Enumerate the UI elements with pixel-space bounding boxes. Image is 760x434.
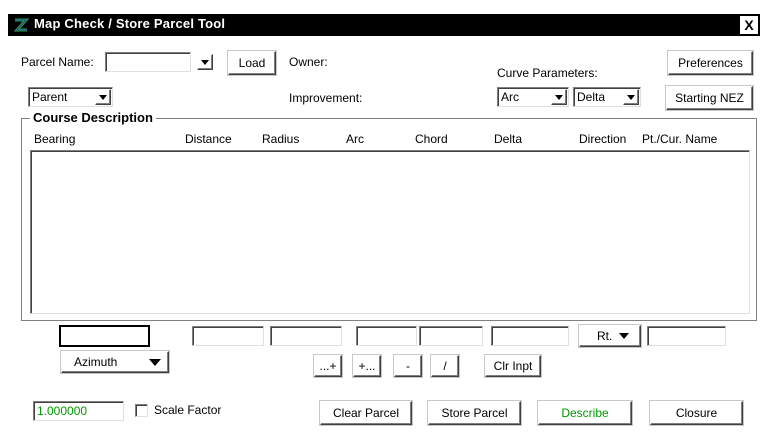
scale-factor-label: Scale Factor xyxy=(154,403,222,417)
app-logo-icon xyxy=(12,16,30,34)
curve-param1-select[interactable]: Arc xyxy=(497,87,569,107)
bearing-mode-value: Azimuth xyxy=(74,355,118,369)
title-bar[interactable]: Map Check / Store Parcel Tool X xyxy=(8,14,760,36)
parcel-name-label: Parcel Name: xyxy=(21,55,94,69)
bearing-input[interactable] xyxy=(59,325,150,347)
clear-parcel-button[interactable]: Clear Parcel xyxy=(320,401,412,425)
arc-input[interactable] xyxy=(356,326,417,346)
improvement-label: Improvement: xyxy=(289,91,363,105)
scale-factor-checkbox[interactable] xyxy=(135,404,148,417)
column-header-bearing: Bearing xyxy=(34,132,76,146)
direction-select[interactable]: Rt. xyxy=(579,325,641,347)
column-header-pt-cur-name: Pt./Cur. Name xyxy=(642,132,718,146)
starting-nez-button[interactable]: Starting NEZ xyxy=(666,86,753,110)
direction-dropdown-icon xyxy=(619,333,629,339)
minus-button[interactable]: - xyxy=(394,355,422,377)
parcel-name-dropdown-icon[interactable] xyxy=(197,54,213,70)
scale-factor-input[interactable]: 1.000000 xyxy=(33,401,124,421)
parcel-type-dropdown-icon[interactable] xyxy=(95,89,111,105)
describe-button[interactable]: Describe xyxy=(538,401,632,425)
add-after-button[interactable]: ...+ xyxy=(314,355,342,377)
pt-cur-name-input[interactable] xyxy=(647,326,726,346)
column-header-arc: Arc xyxy=(346,132,364,146)
radius-input[interactable] xyxy=(270,326,342,346)
course-description-title: Course Description xyxy=(30,110,156,125)
curve-param1-dropdown-icon[interactable] xyxy=(551,89,567,105)
map-check-window: Map Check / Store Parcel Tool X Parcel N… xyxy=(0,0,760,434)
delta-input[interactable] xyxy=(491,326,569,346)
parcel-type-value: Parent xyxy=(32,90,68,104)
bearing-mode-dropdown-icon xyxy=(149,359,161,366)
preferences-button[interactable]: Preferences xyxy=(668,51,753,75)
bearing-mode-select[interactable]: Azimuth xyxy=(61,351,169,373)
column-header-radius: Radius xyxy=(262,132,300,146)
column-header-distance: Distance xyxy=(185,132,232,146)
store-parcel-button[interactable]: Store Parcel xyxy=(428,401,521,425)
load-button[interactable]: Load xyxy=(228,51,276,75)
close-icon[interactable]: X xyxy=(740,16,758,34)
owner-label: Owner: xyxy=(289,55,328,69)
slash-button[interactable]: / xyxy=(431,355,459,377)
add-before-button[interactable]: +... xyxy=(353,355,381,377)
curve-param1-value: Arc xyxy=(501,90,519,104)
column-header-direction: Direction xyxy=(579,132,627,146)
closure-button[interactable]: Closure xyxy=(650,401,743,425)
parcel-type-select[interactable]: Parent xyxy=(28,87,113,107)
column-header-delta: Delta xyxy=(494,132,523,146)
curve-param2-select[interactable]: Delta xyxy=(573,87,641,107)
parcel-name-input[interactable] xyxy=(105,52,191,72)
curve-param2-dropdown-icon[interactable] xyxy=(623,89,639,105)
window-title: Map Check / Store Parcel Tool xyxy=(34,16,226,31)
column-header-chord: Chord xyxy=(415,132,448,146)
curve-param2-value: Delta xyxy=(577,90,606,104)
curve-parameters-label: Curve Parameters: xyxy=(497,66,598,80)
course-list[interactable] xyxy=(30,150,750,314)
clear-input-button[interactable]: Clr Inpt xyxy=(485,355,541,377)
distance-input[interactable] xyxy=(192,326,264,346)
chord-input[interactable] xyxy=(419,326,483,346)
direction-value: Rt. xyxy=(597,329,613,343)
